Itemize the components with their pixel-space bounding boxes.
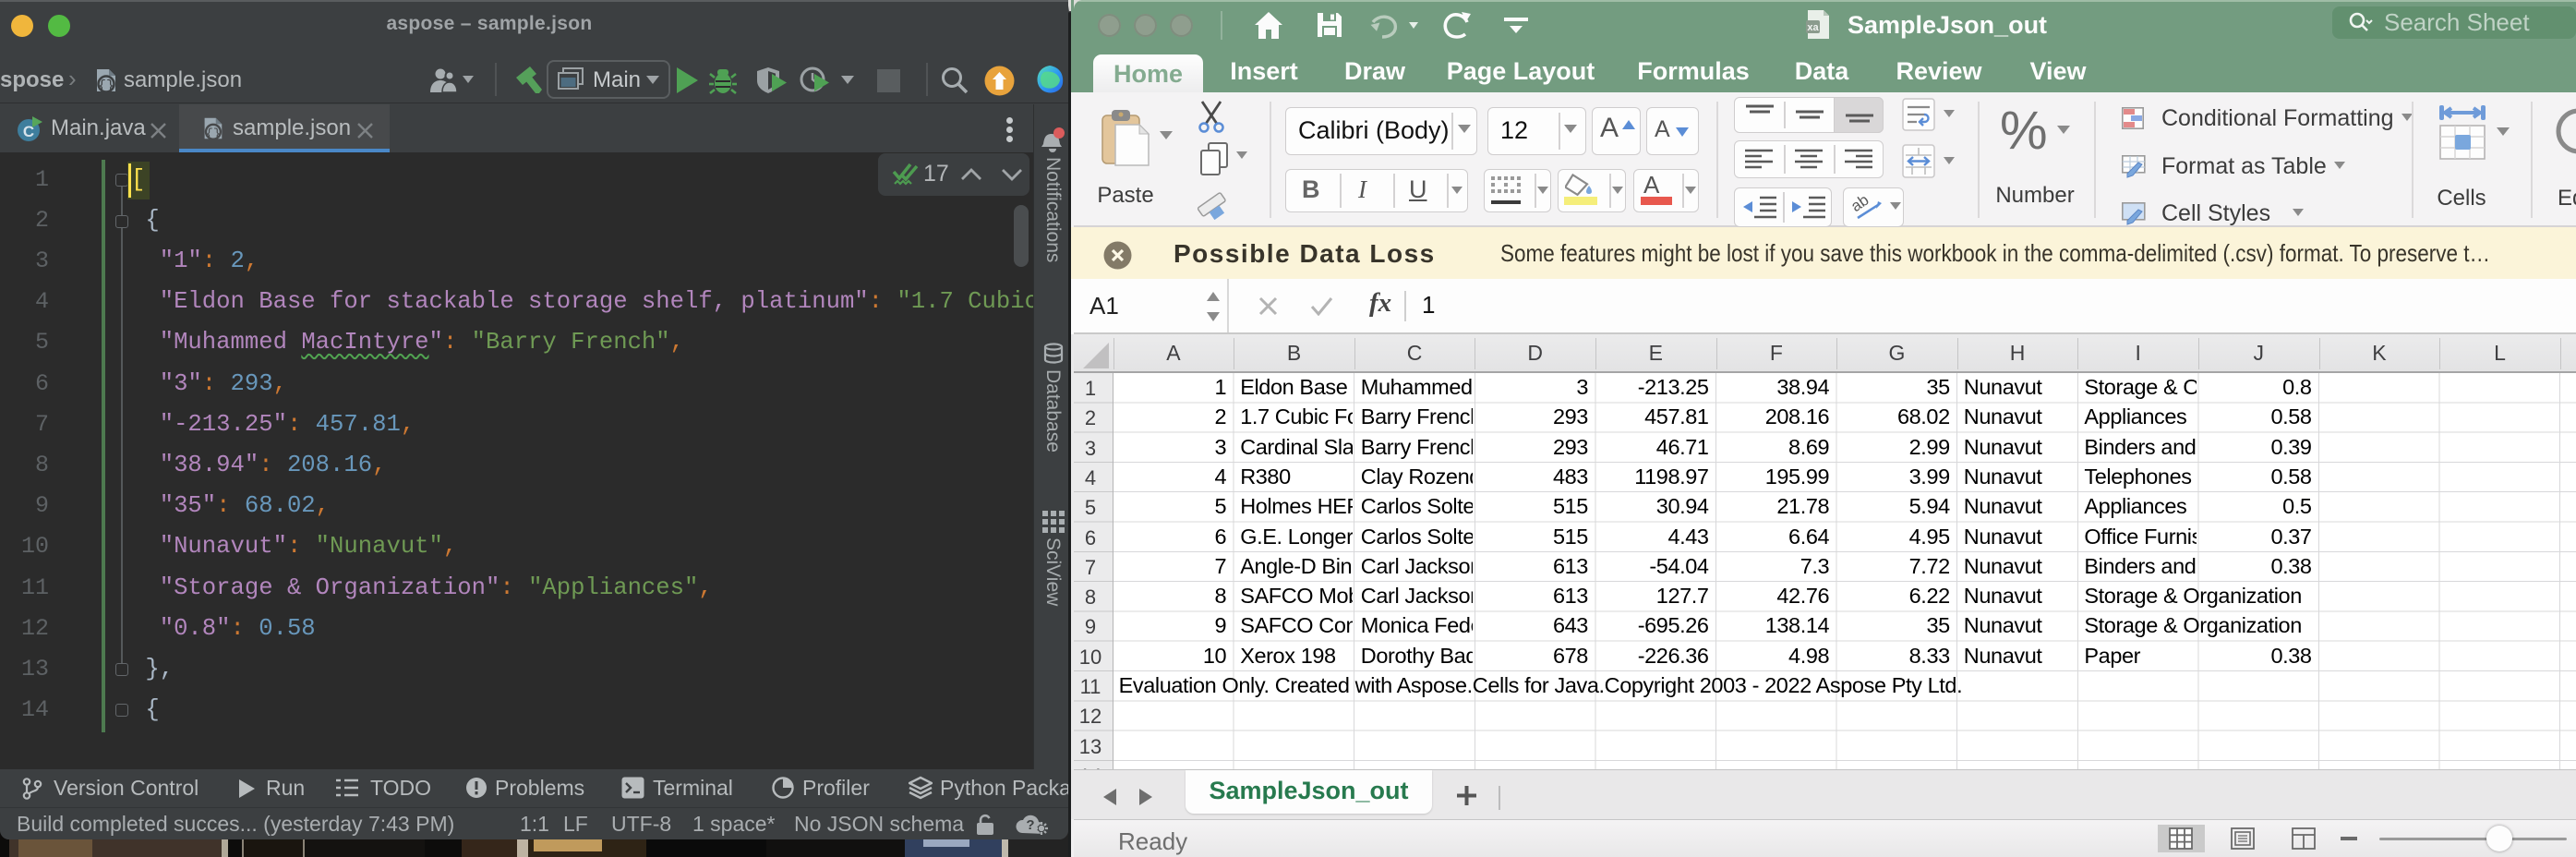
svg-text:xa: xa [1807, 22, 1819, 33]
svg-text:{}: {} [206, 127, 222, 141]
svg-text:{}: {} [98, 78, 114, 94]
svg-text:?: ? [1026, 817, 1034, 833]
